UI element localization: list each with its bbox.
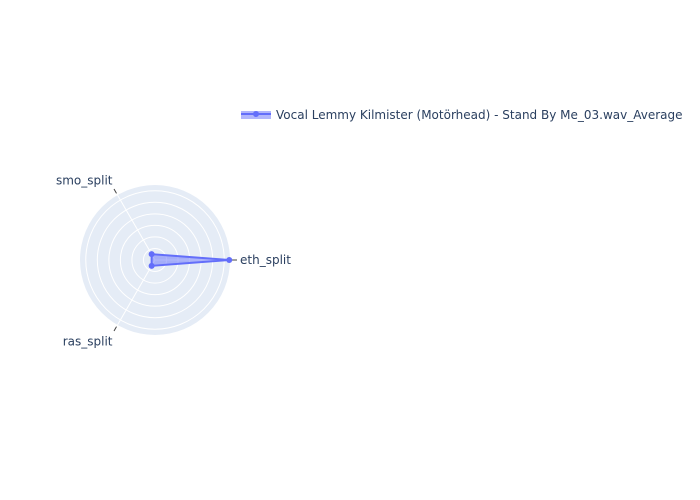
legend[interactable]: Vocal Lemmy Kilmister (Motörhead) - Stan… xyxy=(241,108,683,122)
angular-tick xyxy=(113,188,117,194)
legend-swatch-marker[interactable] xyxy=(253,111,259,117)
data-point-smo_split[interactable] xyxy=(148,251,155,258)
legend-label[interactable]: Vocal Lemmy Kilmister (Motörhead) - Stan… xyxy=(276,108,683,122)
axis-label-eth_split: eth_split xyxy=(240,253,291,267)
radar-chart-svg: eth_split smo_split ras_split Vocal Lemmy … xyxy=(56,108,683,349)
axis-label-smo_split: smo_split xyxy=(56,173,113,187)
data-point-ras_split[interactable] xyxy=(148,262,155,269)
axis-label-ras_split: ras_split xyxy=(63,335,113,349)
angular-tick xyxy=(113,326,117,332)
data-point-eth_split[interactable] xyxy=(226,257,233,263)
radar-chart: eth_split smo_split ras_split Vocal Lemmy … xyxy=(0,0,700,500)
